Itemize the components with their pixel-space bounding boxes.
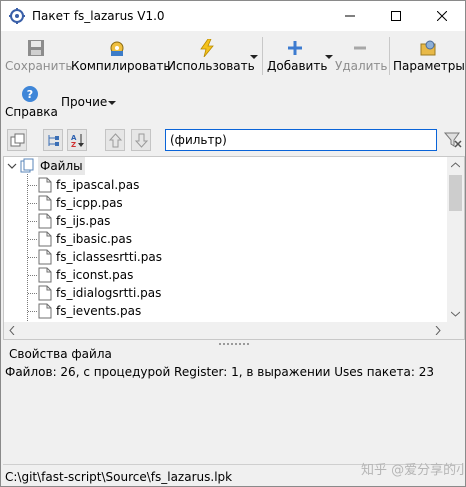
arrow-down-icon — [134, 133, 149, 148]
splitter-grip[interactable] — [219, 343, 249, 347]
use-dropdown-arrow[interactable] — [250, 55, 258, 59]
tree-file-label: fs_ievents.pas — [56, 304, 142, 318]
window-title: Пакет fs_lazarus V1.0 — [32, 9, 165, 23]
scroll-left-icon[interactable] — [9, 326, 15, 335]
remove-button[interactable]: Удалить — [335, 39, 388, 75]
tree-connector — [28, 203, 37, 204]
floppy-disk-icon — [28, 40, 44, 56]
help-label: Справка — [5, 105, 58, 119]
save-button[interactable]: Сохранить — [5, 39, 73, 75]
arrow-up-icon — [108, 133, 123, 148]
file-properties-title: Свойства файла — [9, 347, 112, 361]
options-button[interactable]: Параметры — [393, 39, 465, 75]
move-down-button[interactable] — [131, 129, 151, 151]
tree-connector — [28, 311, 37, 312]
options-label: Параметры — [393, 59, 465, 73]
tree-connector — [28, 293, 37, 294]
move-up-button[interactable] — [105, 129, 125, 151]
open-file-button[interactable] — [7, 129, 27, 151]
tree-connector — [28, 275, 37, 276]
tree-file-label: fs_idialogsrtti.pas — [56, 286, 162, 300]
toolbar-separator — [262, 37, 263, 75]
tree-root-label: Файлы — [38, 157, 85, 175]
tree-structure-icon — [48, 135, 59, 146]
add-button[interactable]: Добавить — [267, 39, 328, 75]
more-label: Прочие — [61, 95, 108, 109]
scroll-down-icon[interactable] — [451, 311, 460, 317]
toolbar-separator — [389, 37, 390, 75]
package-options-icon — [420, 40, 436, 56]
horizontal-scrollbar[interactable] — [4, 322, 447, 339]
sort-tree-button[interactable] — [43, 129, 63, 151]
minimize-button[interactable] — [327, 1, 373, 31]
pascal-file-icon — [38, 213, 52, 229]
tree-file-label: fs_ijs.pas — [56, 214, 111, 228]
watermark-text: 知乎 @爱分享的小呢子 — [361, 463, 465, 478]
clear-filter-button[interactable] — [443, 130, 463, 150]
add-dropdown-arrow[interactable] — [325, 55, 333, 59]
collapse-icon[interactable] — [7, 161, 17, 171]
help-button[interactable]: ? Справка — [5, 85, 58, 121]
minus-icon — [354, 46, 366, 50]
close-button[interactable] — [419, 1, 465, 31]
open-file-icon — [10, 133, 25, 147]
sort-alpha-button[interactable]: A Z — [67, 129, 87, 151]
close-icon — [437, 11, 447, 21]
help-icon: ? — [22, 86, 38, 102]
more-button[interactable]: Прочие — [61, 95, 107, 109]
svg-text:?: ? — [27, 88, 33, 101]
title-bar: Пакет fs_lazarus V1.0 — [1, 1, 465, 31]
files-tree[interactable]: Файлы fs_ipascal.pas fs_icpp.pas fs_ijs.pa… — [3, 156, 465, 340]
scroll-corner — [447, 322, 464, 339]
pascal-file-icon — [38, 285, 52, 301]
maximize-button[interactable] — [373, 1, 419, 31]
tree-file-label: fs_iconst.pas — [56, 268, 134, 282]
package-icon — [9, 8, 25, 24]
package-path: C:\git\fast-script\Source\fs_lazarus.lpk — [5, 470, 233, 484]
pascal-file-icon — [38, 303, 52, 319]
use-button[interactable]: Использовать — [167, 39, 255, 75]
pascal-file-icon — [38, 249, 52, 265]
tree-connector — [28, 185, 37, 186]
save-label: Сохранить — [5, 59, 73, 73]
minimize-icon — [345, 15, 355, 17]
clear-filter-icon — [443, 132, 462, 148]
tree-file-label: fs_iclassesrtti.pas — [56, 250, 162, 264]
filter-input[interactable] — [165, 129, 437, 151]
files-folder-icon — [20, 158, 34, 173]
vertical-scrollbar[interactable] — [447, 157, 464, 322]
add-label: Добавить — [267, 59, 328, 73]
sort-alpha-icon: A Z — [71, 134, 84, 148]
svg-text:Z: Z — [71, 141, 76, 148]
scroll-up-icon[interactable] — [451, 162, 460, 168]
compile-label: Компилировать — [71, 59, 171, 73]
tree-file-label: fs_ibasic.pas — [56, 232, 133, 246]
remove-label: Удалить — [335, 59, 388, 73]
scroll-right-icon[interactable] — [435, 326, 441, 335]
pascal-file-icon — [38, 195, 52, 211]
pascal-file-icon — [38, 231, 52, 247]
pascal-file-icon — [38, 177, 52, 193]
tree-file-label: fs_icpp.pas — [56, 196, 123, 210]
tree-connector — [28, 257, 37, 258]
gears-icon — [110, 41, 124, 56]
vertical-scroll-thumb[interactable] — [449, 175, 462, 211]
lightning-icon — [200, 39, 214, 57]
tree-file-label: fs_ipascal.pas — [56, 178, 140, 192]
file-properties-info: Файлов: 26, с процедурой Register: 1, в … — [5, 365, 435, 379]
maximize-icon — [391, 11, 401, 21]
compile-button[interactable]: Компилировать — [71, 39, 171, 75]
more-dropdown-arrow[interactable] — [108, 101, 116, 105]
tree-connector — [28, 239, 37, 240]
use-label: Использовать — [167, 59, 255, 73]
package-window: Пакет fs_lazarus V1.0 Сохранить Компилир… — [0, 0, 466, 487]
plus-icon — [288, 41, 302, 55]
tree-connector — [28, 221, 37, 222]
pascal-file-icon — [38, 267, 52, 283]
